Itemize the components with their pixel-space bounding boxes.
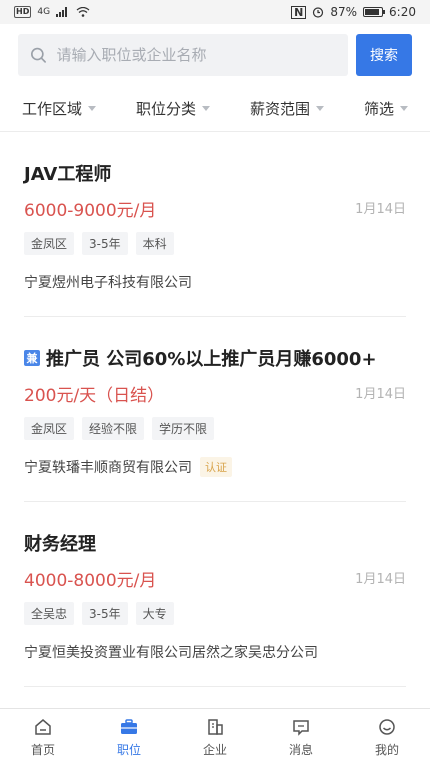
search-box[interactable] [18,34,348,76]
job-date: 1月14日 [355,572,406,587]
job-tags: 金凤区 3-5年 本科 [24,232,174,255]
hd-icon: HD [14,6,32,18]
filter-more[interactable]: 筛选 [364,98,408,119]
job-date: 1月14日 [355,202,406,217]
search-bar: 搜索 [18,34,412,76]
caret-down-icon [202,105,210,111]
battery-icon [363,7,386,17]
job-title: 财务经理 [24,530,96,556]
part-time-badge-icon: 兼 [24,350,40,366]
company-name-text: 宁夏煜州电子科技有限公司 [24,275,192,291]
divider [24,686,406,687]
job-title: 兼 推广员 公司60%以上推广员月赚6000+ [24,345,377,371]
job-card[interactable]: 兼 推广员 公司60%以上推广员月赚6000+ 200元/天（日结） 1月14日… [0,317,430,502]
tag-experience: 3-5年 [82,602,128,625]
building-icon [208,718,223,735]
tab-label: 消息 [288,742,313,757]
tag-education: 大专 [135,602,174,625]
tag-education: 学历不限 [152,417,215,440]
caret-down-icon [88,105,97,111]
tab-label: 企业 [202,742,227,757]
company-name-text: 宁夏恒美投资置业有限公司居然之家吴忠分公司 [24,645,318,661]
alarm-icon [313,7,324,18]
nfc-icon: N [291,5,307,19]
clock-time: 6:20 [389,5,416,19]
job-tags: 全吴忠 3-5年 大专 [24,602,174,625]
job-date: 1月14日 [355,387,406,402]
tag-experience: 经验不限 [82,417,145,440]
company-name: 宁夏轶璠丰顺商贸有限公司 认证 [24,457,232,477]
tab-jobs[interactable]: 职位 [99,717,159,758]
filter-label: 工作区域 [22,99,83,118]
company-name: 宁夏煜州电子科技有限公司 [24,272,192,292]
filter-bar: 工作区域 职位分类 薪资范围 筛选 [0,92,430,124]
job-card[interactable]: 财务经理 4000-8000元/月 1月14日 全吴忠 3-5年 大专 宁夏恒美… [0,502,430,687]
tab-label: 职位 [116,742,141,757]
caret-down-icon [315,105,324,111]
search-button[interactable]: 搜索 [356,34,412,76]
company-name: 宁夏恒美投资置业有限公司居然之家吴忠分公司 [24,642,318,662]
tag-location: 全吴忠 [24,602,75,625]
job-title: JAV工程师 [24,160,111,186]
status-bar: HD 4G N 87% 6:20 [0,0,430,24]
job-tags: 金凤区 经验不限 学历不限 [24,417,215,440]
tag-location: 金凤区 [24,417,75,440]
profile-icon [379,718,395,735]
tag-experience: 3-5年 [82,232,128,255]
filter-salary-range[interactable]: 薪资范围 [250,98,324,119]
tab-home[interactable]: 首页 [13,717,73,758]
message-icon [293,719,309,736]
tab-label: 首页 [30,742,55,757]
job-title-text: JAV工程师 [24,164,112,185]
filter-work-area[interactable]: 工作区域 [22,98,97,119]
home-icon [35,718,51,735]
tab-companies[interactable]: 企业 [185,717,245,758]
company-name-text: 宁夏轶璠丰顺商贸有限公司 [24,460,192,476]
filter-label: 薪资范围 [249,99,310,118]
caret-down-icon [399,105,408,111]
job-salary: 6000-9000元/月 [24,201,157,221]
filter-label: 筛选 [363,99,394,118]
signal-label: 4G [37,7,51,17]
tab-messages[interactable]: 消息 [271,717,331,758]
job-list: JAV工程师 6000-9000元/月 1月14日 金凤区 3-5年 本科 宁夏… [0,132,430,687]
filter-label: 职位分类 [135,99,196,118]
tag-location: 金凤区 [24,232,75,255]
wifi-icon [76,7,90,17]
filter-job-category[interactable]: 职位分类 [136,98,210,119]
bottom-tab-bar: 首页 职位 企业 消息 我的 [0,708,430,765]
job-title-text: 财务经理 [24,534,96,555]
job-title-text: 推广员 公司60%以上推广员月赚6000+ [46,349,377,370]
tag-education: 本科 [135,232,174,255]
job-salary: 200元/天（日结） [24,386,165,406]
job-card[interactable]: JAV工程师 6000-9000元/月 1月14日 金凤区 3-5年 本科 宁夏… [0,132,430,317]
job-salary: 4000-8000元/月 [24,571,157,591]
tab-profile[interactable]: 我的 [357,717,417,758]
battery-percent: 87% [330,5,358,19]
briefcase-icon [121,718,137,734]
tab-label: 我的 [374,742,399,757]
search-icon [31,47,46,63]
search-input[interactable] [56,46,348,64]
verified-badge: 认证 [200,457,232,477]
signal-icon [56,7,68,17]
